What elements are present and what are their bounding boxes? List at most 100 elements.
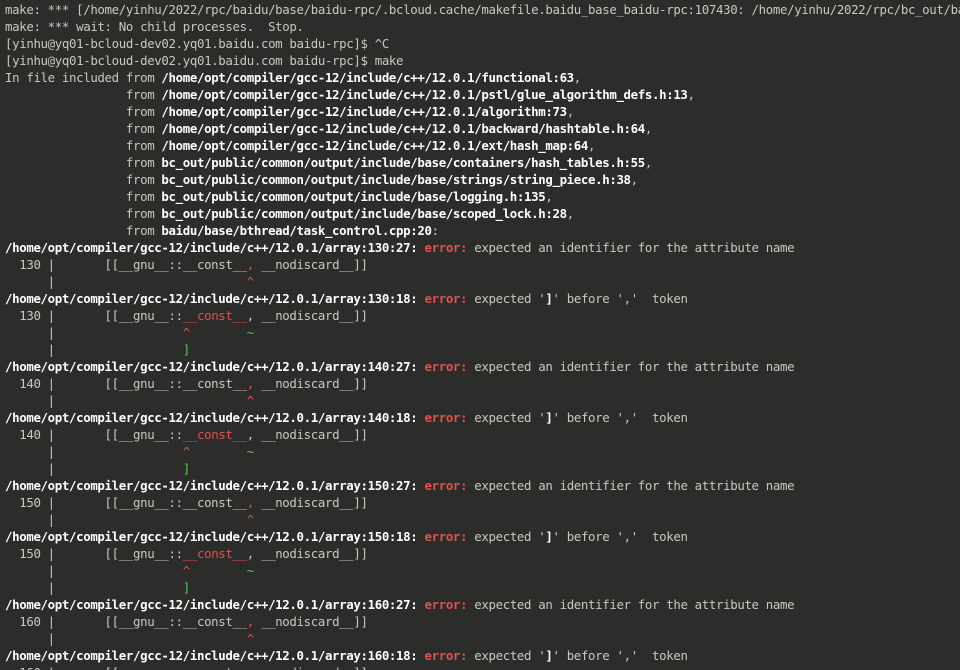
terminal-text-segment: | <box>5 563 183 578</box>
terminal-line: /home/opt/compiler/gcc-12/include/c++/12… <box>0 647 960 664</box>
terminal-text-segment: from <box>5 155 162 170</box>
terminal-text-segment: /home/opt/compiler/gcc-12/include/c++/12… <box>161 104 567 119</box>
terminal-text-segment: ] <box>182 461 190 476</box>
terminal-line: /home/opt/compiler/gcc-12/include/c++/12… <box>0 528 960 545</box>
terminal-line: 140 | [[__gnu__::__const__, __nodiscard_… <box>0 375 960 392</box>
terminal-text-segment: ~ <box>246 325 254 340</box>
terminal-text-segment: | <box>5 393 247 408</box>
terminal-line: [yinhu@yq01-bcloud-dev02.yq01.baidu.com … <box>0 35 960 52</box>
terminal-line: from bc_out/public/common/output/include… <box>0 188 960 205</box>
terminal-line: 160 | [[__gnu__::__const__, __nodiscard_… <box>0 613 960 630</box>
terminal-text-segment: /home/opt/compiler/gcc-12/include/c++/12… <box>5 359 425 374</box>
terminal-text-segment: error: <box>424 648 475 663</box>
terminal-text-segment: | <box>5 325 183 340</box>
terminal-text-segment: ^ <box>246 631 254 646</box>
terminal-text-segment: error: <box>424 410 475 425</box>
terminal-text-segment: error: <box>424 359 475 374</box>
terminal-line: [yinhu@yq01-bcloud-dev02.yq01.baidu.com … <box>0 52 960 69</box>
terminal-text-segment: : <box>431 223 439 238</box>
terminal-text-segment: /home/opt/compiler/gcc-12/include/c++/12… <box>161 121 645 136</box>
terminal-output[interactable]: make: *** [/home/yinhu/2022/rpc/baidu/ba… <box>0 0 960 670</box>
terminal-text-segment: , <box>545 189 553 204</box>
terminal-line: | ^ <box>0 273 960 290</box>
terminal-text-segment: __nodiscard__]] <box>253 257 368 272</box>
terminal-text-segment: | <box>5 342 183 357</box>
terminal-text-segment: make: *** wait: No child processes. Stop… <box>5 19 304 34</box>
terminal-text-segment: [yinhu@yq01-bcloud-dev02.yq01.baidu.com … <box>5 36 389 51</box>
terminal-line: from /home/opt/compiler/gcc-12/include/c… <box>0 120 960 137</box>
terminal-text-segment: , <box>246 614 254 629</box>
terminal-text-segment: 150 | [[__gnu__:: <box>5 546 183 561</box>
terminal-text-segment: expected an identifier for the attribute… <box>474 359 795 374</box>
terminal-text-segment: , __nodiscard__]] <box>246 427 368 442</box>
terminal-text-segment: bc_out/public/common/output/include/base… <box>161 206 567 221</box>
terminal-text-segment: expected an identifier for the attribute… <box>474 597 795 612</box>
terminal-line: 130 | [[__gnu__::__const__, __nodiscard_… <box>0 256 960 273</box>
terminal-text-segment: ~ <box>246 444 254 459</box>
terminal-text-segment: from <box>5 138 162 153</box>
terminal-text-segment: ^ <box>246 274 254 289</box>
terminal-text-segment: | <box>5 274 247 289</box>
terminal-text-segment: /home/opt/compiler/gcc-12/include/c++/12… <box>5 240 425 255</box>
terminal-line: /home/opt/compiler/gcc-12/include/c++/12… <box>0 290 960 307</box>
terminal-line: In file included from /home/opt/compiler… <box>0 69 960 86</box>
terminal-text-segment: ] <box>545 529 553 544</box>
terminal-text-segment: __nodiscard__]] <box>253 376 368 391</box>
terminal-line: | ] <box>0 460 960 477</box>
terminal-text-segment: , <box>566 104 574 119</box>
terminal-text-segment: 160 | [[__gnu__::__const__ <box>5 614 247 629</box>
terminal-text-segment: /home/opt/compiler/gcc-12/include/c++/12… <box>5 648 425 663</box>
terminal-text-segment: from <box>5 189 162 204</box>
terminal-text-segment: , <box>573 70 581 85</box>
terminal-text-segment: ' before ',' token <box>552 291 688 306</box>
terminal-text-segment: , <box>566 206 574 221</box>
terminal-text-segment: 150 | [[__gnu__::__const__ <box>5 495 247 510</box>
terminal-text-segment: | <box>5 512 247 527</box>
terminal-line: from /home/opt/compiler/gcc-12/include/c… <box>0 137 960 154</box>
terminal-text-segment: ~ <box>246 563 254 578</box>
terminal-text-segment: | <box>5 631 247 646</box>
terminal-text-segment: error: <box>424 597 475 612</box>
terminal-line: 160 | [[__gnu__::__const__, __nodiscard_… <box>0 664 960 670</box>
terminal-text-segment: 130 | [[__gnu__:: <box>5 308 183 323</box>
terminal-text-segment: , <box>246 257 254 272</box>
terminal-text-segment: bc_out/public/common/output/include/base… <box>161 155 645 170</box>
terminal-text-segment: ^ <box>182 325 190 340</box>
terminal-text-segment: bc_out/public/common/output/include/base… <box>161 189 546 204</box>
terminal-text-segment: , <box>246 376 254 391</box>
terminal-text-segment: ] <box>182 342 190 357</box>
terminal-line: from /home/opt/compiler/gcc-12/include/c… <box>0 86 960 103</box>
terminal-line: 130 | [[__gnu__::__const__, __nodiscard_… <box>0 307 960 324</box>
terminal-text-segment: expected ' <box>474 410 546 425</box>
terminal-text-segment: , __nodiscard__]] <box>246 308 368 323</box>
terminal-text-segment: expected ' <box>474 291 546 306</box>
terminal-line: /home/opt/compiler/gcc-12/include/c++/12… <box>0 409 960 426</box>
terminal-text-segment: ^ <box>246 393 254 408</box>
terminal-text-segment: ' before ',' token <box>552 410 688 425</box>
terminal-line: | ^ ~ <box>0 443 960 460</box>
terminal-text-segment: , <box>644 121 653 136</box>
terminal-text-segment: In file included from <box>5 70 162 85</box>
terminal-text-segment: from <box>5 87 162 102</box>
terminal-line: 150 | [[__gnu__::__const__, __nodiscard_… <box>0 545 960 562</box>
terminal-text-segment: 140 | [[__gnu__:: <box>5 427 183 442</box>
terminal-line: from /home/opt/compiler/gcc-12/include/c… <box>0 103 960 120</box>
terminal-text-segment: from <box>5 172 162 187</box>
terminal-text-segment: , <box>588 138 596 153</box>
terminal-line: /home/opt/compiler/gcc-12/include/c++/12… <box>0 358 960 375</box>
terminal-line: | ^ <box>0 630 960 647</box>
terminal-text-segment: __const__ <box>182 427 247 442</box>
terminal-text-segment: error: <box>424 529 475 544</box>
terminal-text-segment: ^ <box>182 563 190 578</box>
terminal-text-segment: , <box>246 495 254 510</box>
terminal-text-segment: __nodiscard__]] <box>253 495 368 510</box>
terminal-text-segment: [yinhu@yq01-bcloud-dev02.yq01.baidu.com … <box>5 53 404 68</box>
terminal-text-segment: /home/opt/compiler/gcc-12/include/c++/12… <box>5 291 425 306</box>
terminal-text-segment: expected an identifier for the attribute… <box>474 478 795 493</box>
terminal-text-segment: /home/opt/compiler/gcc-12/include/c++/12… <box>161 87 688 102</box>
terminal-text-segment: make: *** [/home/yinhu/2022/rpc/baidu/ba… <box>5 2 960 17</box>
terminal-text-segment: , <box>687 87 695 102</box>
terminal-text-segment: ^ <box>182 444 190 459</box>
